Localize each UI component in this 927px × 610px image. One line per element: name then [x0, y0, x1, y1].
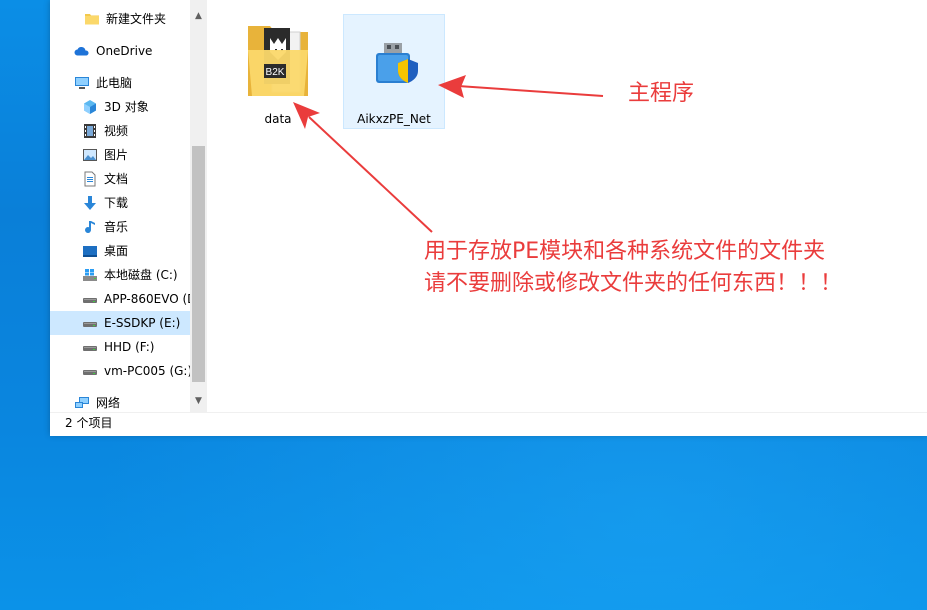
nav-item-downloads[interactable]: 下载 [82, 191, 128, 215]
annotation-folder-note-line2: 请不要删除或修改文件夹的任何东西！！！ [424, 271, 843, 296]
nav-item-drive-d[interactable]: APP-860EVO (D [82, 287, 196, 311]
drive-icon [82, 315, 98, 331]
annotation-main-program: 主程序 [628, 81, 695, 106]
nav-item-label: 文档 [104, 172, 129, 186]
scrollbar-thumb[interactable] [192, 146, 205, 382]
nav-item-label: 此电脑 [96, 76, 133, 90]
network-icon [74, 395, 90, 411]
nav-item-label: 视频 [104, 124, 129, 138]
video-icon [82, 123, 98, 139]
file-name: AikxzPE_Net [357, 112, 431, 126]
file-explorer-window: 新建文件夹 OneDrive 此电脑 3D 对象 视频 图片 文档 下载 音乐 … [50, 0, 927, 436]
status-bar: 2 个项目 [50, 412, 927, 436]
nav-item-documents[interactable]: 文档 [82, 167, 128, 191]
nav-item-label: 下载 [104, 196, 129, 210]
navigation-pane: 新建文件夹 OneDrive 此电脑 3D 对象 视频 图片 文档 下载 音乐 … [50, 0, 208, 412]
item-count: 2 个项目 [65, 416, 113, 430]
nav-item-label: 桌面 [104, 244, 129, 258]
nav-item-drive-e[interactable]: E-SSDKP (E:) [50, 311, 190, 335]
desktop-icon [82, 243, 98, 259]
nav-item-label: 3D 对象 [104, 100, 149, 114]
folder-icon: B2K [248, 26, 308, 96]
nav-item-this-pc[interactable]: 此电脑 [74, 71, 132, 95]
computer-icon [74, 75, 90, 91]
nav-item-drive-c[interactable]: 本地磁盘 (C:) [82, 263, 178, 287]
music-icon [82, 219, 98, 235]
nav-item-label: HHD (F:) [104, 340, 155, 354]
drive-icon [82, 363, 98, 379]
nav-item-desktop[interactable]: 桌面 [82, 239, 128, 263]
download-icon [82, 195, 98, 211]
usb-installer-icon [376, 43, 418, 83]
file-name: data [264, 112, 292, 126]
nav-item-label: 新建文件夹 [106, 12, 167, 26]
drive-icon [82, 339, 98, 355]
scroll-up-arrow-icon[interactable]: ▲ [190, 8, 207, 25]
file-item-data-folder[interactable]: B2K data [230, 14, 326, 128]
file-item-aikxzpe-net[interactable]: AikxzPE_Net [343, 14, 445, 129]
file-list-pane: B2K data AikxzPE_Net [208, 0, 927, 412]
cloud-icon [74, 43, 90, 59]
nav-item-pictures[interactable]: 图片 [82, 143, 128, 167]
document-icon [82, 171, 98, 187]
nav-item-network[interactable]: 网络 [74, 391, 120, 412]
cube-icon [82, 99, 98, 115]
picture-icon [82, 147, 98, 163]
nav-item-label: 音乐 [104, 220, 129, 234]
nav-item-label: 本地磁盘 (C:) [104, 268, 178, 282]
windows-drive-icon [82, 267, 98, 283]
nav-item-label: E-SSDKP (E:) [104, 316, 181, 330]
nav-item-music[interactable]: 音乐 [82, 215, 128, 239]
nav-item-drive-f[interactable]: HHD (F:) [82, 335, 154, 359]
nav-item-3d-objects[interactable]: 3D 对象 [82, 95, 149, 119]
folder-badge-text: B2K [266, 67, 285, 78]
nav-item-videos[interactable]: 视频 [82, 119, 128, 143]
scroll-down-arrow-icon[interactable]: ▼ [190, 393, 207, 410]
nav-item-label: OneDrive [96, 44, 153, 58]
nav-scrollbar[interactable]: ▲ ▼ [190, 0, 207, 412]
annotation-folder-note-line1: 用于存放PE模块和各种系统文件的文件夹 [424, 239, 826, 264]
nav-item-label: APP-860EVO (D [104, 292, 197, 306]
nav-item-label: 网络 [96, 396, 121, 410]
drive-icon [82, 291, 98, 307]
folder-icon [84, 11, 100, 27]
nav-item-label: 图片 [104, 148, 129, 162]
nav-item-onedrive[interactable]: OneDrive [74, 39, 152, 63]
nav-item-new-folder[interactable]: 新建文件夹 [84, 7, 166, 31]
nav-item-label: vm-PC005 (G:) [104, 364, 193, 378]
nav-item-drive-g[interactable]: vm-PC005 (G:) [82, 359, 192, 383]
